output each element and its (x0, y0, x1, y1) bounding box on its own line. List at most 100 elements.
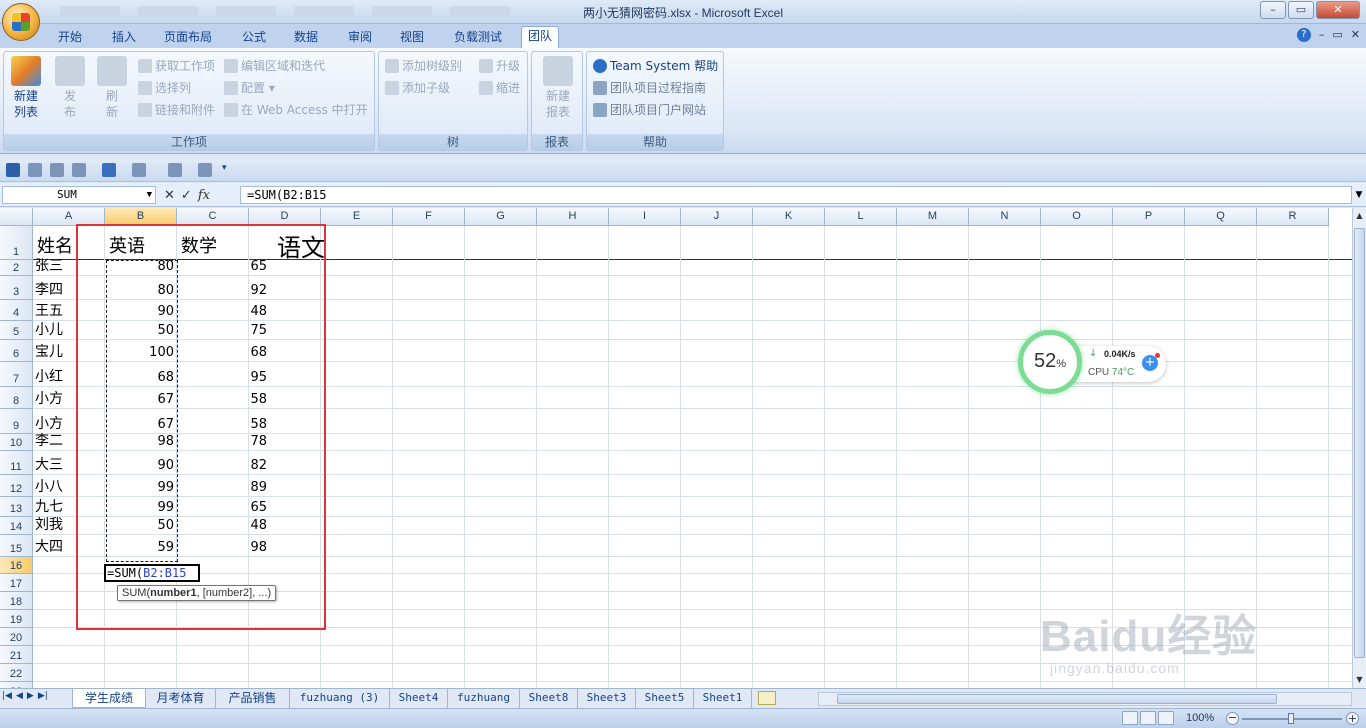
process-guide-button[interactable]: 团队项目过程指南 (593, 80, 706, 96)
zoom-in-icon[interactable]: + (1346, 712, 1359, 725)
name-box[interactable]: SUM ▼ (2, 186, 156, 204)
name-box-dropdown-icon[interactable]: ▼ (147, 187, 152, 203)
minimize-button[interactable]: – (1260, 1, 1286, 19)
column-header-g[interactable]: G (465, 208, 537, 226)
add-tree-level-button[interactable]: 添加树级别 (385, 58, 462, 74)
first-sheet-icon[interactable]: |◀ (2, 691, 12, 701)
sheet-tab-3[interactable]: 产品销售 (216, 689, 290, 708)
sheet-tab-6[interactable]: fuzhuang (448, 689, 520, 708)
chart-icon[interactable] (168, 163, 182, 177)
column-header-r[interactable]: R (1257, 208, 1329, 226)
cpu-monitor-widget[interactable]: 52% ↓ 0.04K/s CPU 74°C + (1018, 330, 1168, 396)
insert-sheet-icon[interactable] (758, 691, 776, 705)
table-icon[interactable] (198, 163, 212, 177)
row-header-1[interactable]: 1 (0, 226, 33, 260)
publish-button[interactable]: 发 布 (52, 56, 88, 120)
refresh-button[interactable]: 刷 新 (94, 56, 130, 120)
save-icon[interactable] (6, 163, 20, 177)
column-header-e[interactable]: E (321, 208, 393, 226)
sheet-tab-5[interactable]: Sheet4 (390, 689, 448, 708)
column-header-o[interactable]: O (1041, 208, 1113, 226)
column-header-f[interactable]: F (393, 208, 465, 226)
row-header-2[interactable]: 2 (0, 260, 33, 276)
row-header-12[interactable]: 12 (0, 475, 33, 497)
row-header-11[interactable]: 11 (0, 451, 33, 475)
undo-icon[interactable] (102, 163, 116, 177)
insert-function-icon[interactable]: fx (198, 188, 210, 203)
ribbon-close-icon[interactable]: ✕ (1351, 28, 1360, 42)
tab-home[interactable]: 开始 (52, 28, 88, 48)
edit-areas-button[interactable]: 编辑区域和迭代 (224, 58, 325, 74)
open-icon[interactable] (28, 163, 42, 177)
customize-qat-icon[interactable]: ▾ (222, 163, 227, 173)
help-icon[interactable]: ? (1296, 28, 1311, 42)
row-header-5[interactable]: 5 (0, 321, 33, 340)
sheet-tab-4[interactable]: fuzhuang (3) (290, 689, 390, 708)
sheet-tab-9[interactable]: Sheet5 (636, 689, 694, 708)
select-all-corner[interactable] (0, 208, 33, 226)
restore-button[interactable]: ▭ (1288, 1, 1314, 19)
column-header-i[interactable]: I (609, 208, 681, 226)
column-header-n[interactable]: N (969, 208, 1041, 226)
column-header-j[interactable]: J (681, 208, 753, 226)
zoom-out-icon[interactable]: − (1226, 712, 1239, 725)
sheet-tab-10[interactable]: Sheet1 (694, 689, 752, 708)
row-header-7[interactable]: 7 (0, 362, 33, 387)
formula-input[interactable]: =SUM(B2:B15 (240, 186, 1352, 204)
ribbon-minimize-icon[interactable]: – (1319, 28, 1325, 42)
row-header-9[interactable]: 9 (0, 409, 33, 434)
vertical-scrollbar[interactable]: ▲ ▼ (1352, 208, 1366, 688)
row-header-10[interactable]: 10 (0, 434, 33, 451)
tab-review[interactable]: 审阅 (342, 28, 378, 48)
expand-formula-bar-icon[interactable]: ▼ (1353, 186, 1365, 204)
office-button[interactable] (2, 3, 40, 41)
portal-site-button[interactable]: 团队项目门户网站 (593, 102, 706, 118)
page-layout-view-icon[interactable] (1140, 711, 1156, 725)
row-header-4[interactable]: 4 (0, 300, 33, 321)
page-break-view-icon[interactable] (1158, 711, 1174, 725)
tab-insert[interactable]: 插入 (106, 28, 142, 48)
row-header-6[interactable]: 6 (0, 340, 33, 362)
column-header-p[interactable]: P (1113, 208, 1185, 226)
row-header-21[interactable]: 21 (0, 646, 33, 664)
row-header-19[interactable]: 19 (0, 610, 33, 628)
tab-data[interactable]: 数据 (288, 28, 324, 48)
column-header-h[interactable]: H (537, 208, 609, 226)
tab-page-layout[interactable]: 页面布局 (158, 28, 218, 48)
add-child-button[interactable]: 添加子级 (385, 80, 450, 96)
get-work-items-button[interactable]: 获取工作项 (138, 58, 215, 74)
horizontal-scrollbar[interactable] (818, 692, 1352, 706)
choose-columns-button[interactable]: 选择列 (138, 80, 191, 96)
links-attachments-button[interactable]: 链接和附件 (138, 102, 215, 118)
format-icon[interactable] (132, 163, 146, 177)
open-web-access-button[interactable]: 在 Web Access 中打开 (224, 102, 368, 118)
tab-load-test[interactable]: 负载测试 (448, 28, 508, 48)
enter-formula-icon[interactable]: ✓ (181, 188, 192, 203)
column-header-k[interactable]: K (753, 208, 825, 226)
row-header-17[interactable]: 17 (0, 574, 33, 592)
cancel-formula-icon[interactable]: ✕ (164, 188, 175, 203)
zoom-level[interactable]: 100% (1186, 712, 1214, 724)
tab-formulas[interactable]: 公式 (236, 28, 272, 48)
column-header-l[interactable]: L (825, 208, 897, 226)
column-header-q[interactable]: Q (1185, 208, 1257, 226)
prev-sheet-icon[interactable]: ◀ (16, 691, 23, 701)
row-header-18[interactable]: 18 (0, 592, 33, 610)
next-sheet-icon[interactable]: ▶ (27, 691, 34, 701)
row-header-3[interactable]: 3 (0, 276, 33, 300)
ribbon-restore-icon[interactable]: ▭ (1332, 28, 1342, 42)
row-header-13[interactable]: 13 (0, 497, 33, 517)
team-system-help-button[interactable]: Team System 帮助 (593, 58, 718, 74)
tab-view[interactable]: 视图 (394, 28, 430, 48)
zoom-slider-thumb[interactable] (1288, 713, 1294, 724)
close-button[interactable]: ✕ (1316, 1, 1360, 19)
row-header-16[interactable]: 16 (0, 557, 33, 574)
horizontal-scroll-thumb[interactable] (837, 694, 1277, 704)
scroll-down-icon[interactable]: ▼ (1353, 672, 1366, 688)
sheet-tab-8[interactable]: Sheet3 (578, 689, 636, 708)
print-icon[interactable] (50, 163, 64, 177)
row-header-22[interactable]: 22 (0, 664, 33, 682)
normal-view-icon[interactable] (1122, 711, 1138, 725)
sheet-tab-1[interactable]: 学生成绩 (72, 689, 146, 708)
vertical-scroll-thumb[interactable] (1354, 228, 1365, 658)
